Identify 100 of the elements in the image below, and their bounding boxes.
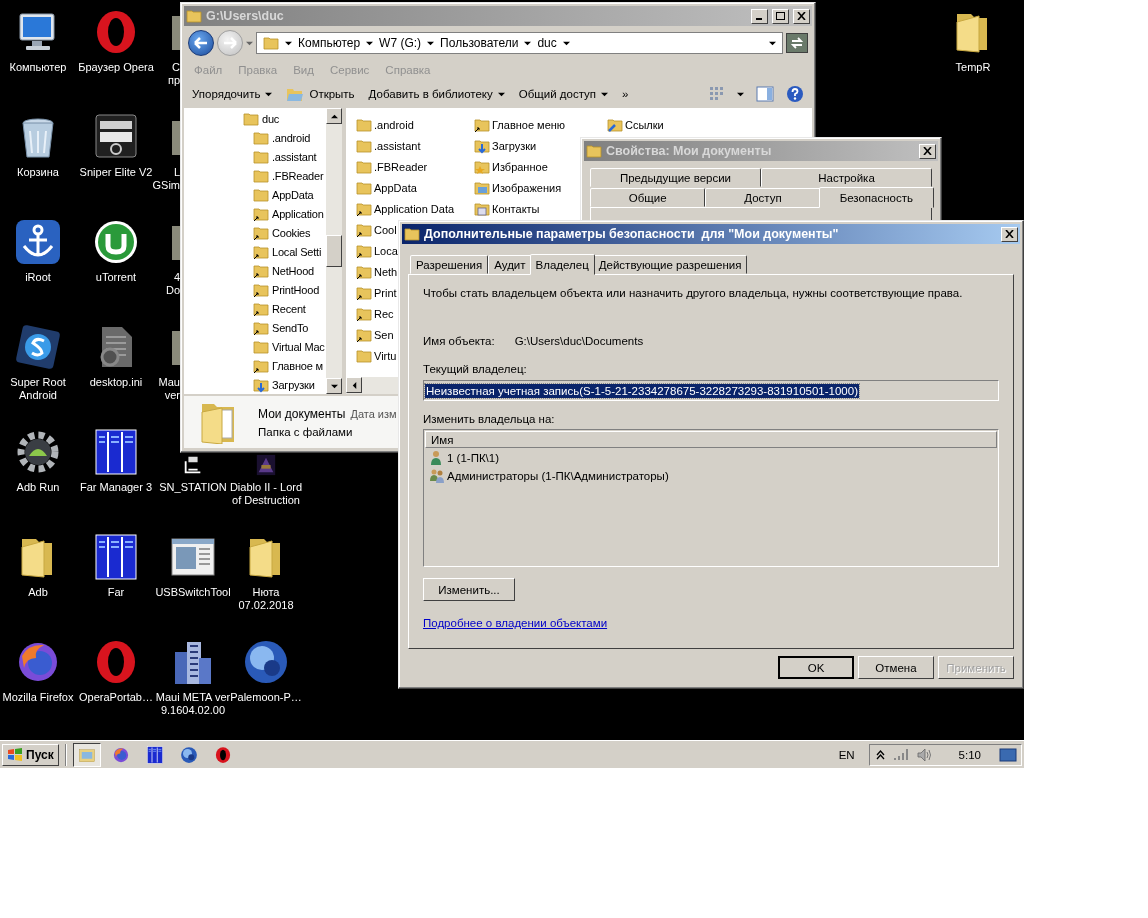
desktop-icon-label[interactable]: iRoot bbox=[25, 271, 51, 284]
browser-icon[interactable] bbox=[111, 745, 130, 764]
tree-item[interactable]: .assistant bbox=[272, 151, 317, 164]
desktop-icon-label[interactable]: 4 Do bbox=[165, 271, 180, 297]
ring-icon[interactable] bbox=[213, 745, 232, 764]
tab[interactable]: Предыдущие версии bbox=[590, 168, 761, 187]
tree-item[interactable]: NetHood bbox=[272, 264, 314, 277]
tab[interactable]: Доступ bbox=[705, 188, 821, 207]
toolbar-button[interactable]: Добавить в библиотеку bbox=[368, 86, 505, 102]
show-desktop-icon[interactable] bbox=[999, 747, 1017, 762]
tab[interactable]: Владелец bbox=[529, 254, 595, 275]
tab[interactable]: Безопасность bbox=[818, 187, 934, 208]
tab[interactable]: Настройка bbox=[761, 168, 932, 187]
desktop-icon-label[interactable]: L GSim bbox=[152, 166, 180, 192]
desktop-icon-label[interactable]: USBSwitchTool bbox=[155, 586, 231, 599]
chevron-up-icon[interactable] bbox=[875, 749, 885, 760]
owner-list-item[interactable]: Администраторы (1-ПК\Администраторы) bbox=[447, 470, 669, 482]
desktop-icon-label[interactable]: Нюта 07.02.2018 bbox=[238, 586, 294, 612]
scrollbar[interactable] bbox=[326, 108, 342, 394]
desktop-icon-label[interactable]: Sniper Elite V2 bbox=[79, 166, 153, 179]
address-field[interactable]: Компьютер W7 (G:) Пользователи duc bbox=[256, 32, 783, 54]
tab[interactable]: Действующие разрешения bbox=[592, 255, 748, 274]
file-item[interactable]: Print bbox=[374, 286, 397, 299]
desktop-icon-label[interactable]: Браузер Opera bbox=[78, 61, 154, 74]
file-item[interactable]: Virtu bbox=[374, 349, 397, 362]
tree-item[interactable]: duc bbox=[262, 113, 280, 126]
breadcrumb[interactable]: Пользователи bbox=[440, 36, 519, 50]
toolbar-button[interactable]: Упорядочить bbox=[192, 86, 273, 102]
scroll-thumb[interactable] bbox=[326, 235, 342, 267]
desktop-icon-label[interactable]: Adb bbox=[28, 586, 48, 599]
desktop-icon-label[interactable]: Far bbox=[107, 586, 125, 599]
desktop-icon-label[interactable]: Корзина bbox=[17, 166, 59, 179]
tree-item[interactable]: Cookies bbox=[272, 227, 311, 240]
desktop-icon-label[interactable]: Mozilla Firefox bbox=[2, 691, 74, 704]
file-item[interactable]: .android bbox=[374, 118, 414, 131]
file-item[interactable]: .FBReader bbox=[374, 160, 428, 173]
close-button[interactable] bbox=[793, 8, 810, 24]
file-item[interactable]: AppData bbox=[374, 181, 417, 194]
help-icon[interactable] bbox=[786, 85, 804, 103]
tree-item[interactable]: Application bbox=[272, 208, 324, 221]
column-header[interactable]: Имя bbox=[425, 431, 997, 448]
breadcrumb[interactable]: W7 (G:) bbox=[379, 36, 422, 50]
tree-item[interactable]: .android bbox=[272, 132, 311, 145]
minimize-button[interactable] bbox=[751, 8, 768, 24]
file-item[interactable]: Главное меню bbox=[492, 118, 566, 131]
current-owner-field[interactable]: Неизвестная учетная запись(S-1-5-21-2334278675-3228273293-831910501-1000) bbox=[423, 380, 999, 401]
desktop-icon-label[interactable]: Mau ver bbox=[158, 376, 180, 402]
desktop-icon-label[interactable]: Super Root Android bbox=[10, 376, 66, 402]
desktop-icon-label[interactable]: uTorrent bbox=[95, 271, 137, 284]
tree-item[interactable]: SendTo bbox=[272, 321, 309, 334]
file-item[interactable]: Контакты bbox=[492, 202, 540, 215]
file-item[interactable]: Sen bbox=[374, 328, 394, 341]
tree-item[interactable]: Virtual Mac bbox=[272, 340, 325, 353]
breadcrumb[interactable]: duc bbox=[537, 36, 557, 50]
toolbar-button[interactable]: Открыть bbox=[286, 84, 355, 104]
tree-item[interactable]: AppData bbox=[272, 189, 314, 202]
desktop-icon-label[interactable]: Palemoon-P… bbox=[230, 691, 302, 704]
start-button[interactable]: Пуск bbox=[2, 743, 59, 766]
language-indicator[interactable]: EN bbox=[830, 748, 863, 761]
desktop-icon-label[interactable]: Компьютер bbox=[9, 61, 67, 74]
desktop-icon-label[interactable]: С пр bbox=[167, 61, 180, 87]
file-item[interactable]: Избранное bbox=[492, 160, 548, 173]
volume-icon[interactable] bbox=[916, 747, 933, 762]
desktop-icon-label[interactable]: TempR bbox=[955, 61, 991, 74]
breadcrumb[interactable]: Компьютер bbox=[298, 36, 361, 50]
anchor-icon[interactable] bbox=[14, 218, 62, 266]
quick-launch-button[interactable] bbox=[72, 742, 101, 767]
panels-icon[interactable] bbox=[92, 428, 140, 476]
help-link[interactable]: Подробнее о владении объектами bbox=[423, 617, 608, 629]
tab[interactable]: Общие bbox=[590, 188, 706, 207]
clock[interactable]: 5:10 bbox=[940, 748, 991, 761]
file-item[interactable]: Ссылки bbox=[625, 118, 664, 131]
globe-icon[interactable] bbox=[179, 745, 198, 764]
file-item[interactable]: Application Data bbox=[374, 202, 455, 215]
tree-item[interactable]: Recent bbox=[272, 302, 306, 315]
desktop-icon-label[interactable]: Far Manager 3 bbox=[79, 481, 153, 494]
dialog-button[interactable]: OK bbox=[778, 656, 854, 679]
file-item[interactable]: Cool bbox=[374, 223, 397, 236]
file-item[interactable]: Loca bbox=[374, 244, 398, 257]
change-button[interactable]: Изменить... bbox=[423, 578, 515, 601]
file-item[interactable]: Загрузки bbox=[492, 139, 537, 152]
tree-item[interactable]: Загрузки bbox=[272, 378, 315, 391]
refresh-button[interactable] bbox=[786, 33, 808, 53]
tab[interactable]: Разрешения bbox=[410, 255, 489, 274]
file-item[interactable]: .assistant bbox=[374, 139, 421, 152]
desktop-icon-label[interactable]: Adb Run bbox=[16, 481, 60, 494]
panels-icon[interactable] bbox=[145, 745, 164, 764]
close-button[interactable] bbox=[919, 143, 936, 159]
maximize-button[interactable] bbox=[772, 8, 789, 24]
tab[interactable]: Аудит bbox=[488, 255, 532, 274]
desktop-icon-label[interactable]: Maui META ver 9.1604.02.00 bbox=[155, 691, 231, 717]
round-logo-icon[interactable] bbox=[92, 218, 140, 266]
desktop-icon-label[interactable]: desktop.ini bbox=[89, 376, 143, 389]
desktop-icon-label[interactable]: Diablo II - Lord of Destruction bbox=[229, 481, 303, 507]
emblem-icon[interactable] bbox=[92, 113, 140, 161]
tree-item[interactable]: .FBReader bbox=[272, 170, 324, 183]
owner-list-item[interactable]: 1 (1-ПК\1) bbox=[447, 452, 500, 464]
desktop-icon-label[interactable]: OperaPortab… bbox=[79, 691, 153, 704]
tree-item[interactable]: Local Setti bbox=[272, 246, 322, 259]
tree-item[interactable]: Главное м bbox=[272, 359, 323, 372]
